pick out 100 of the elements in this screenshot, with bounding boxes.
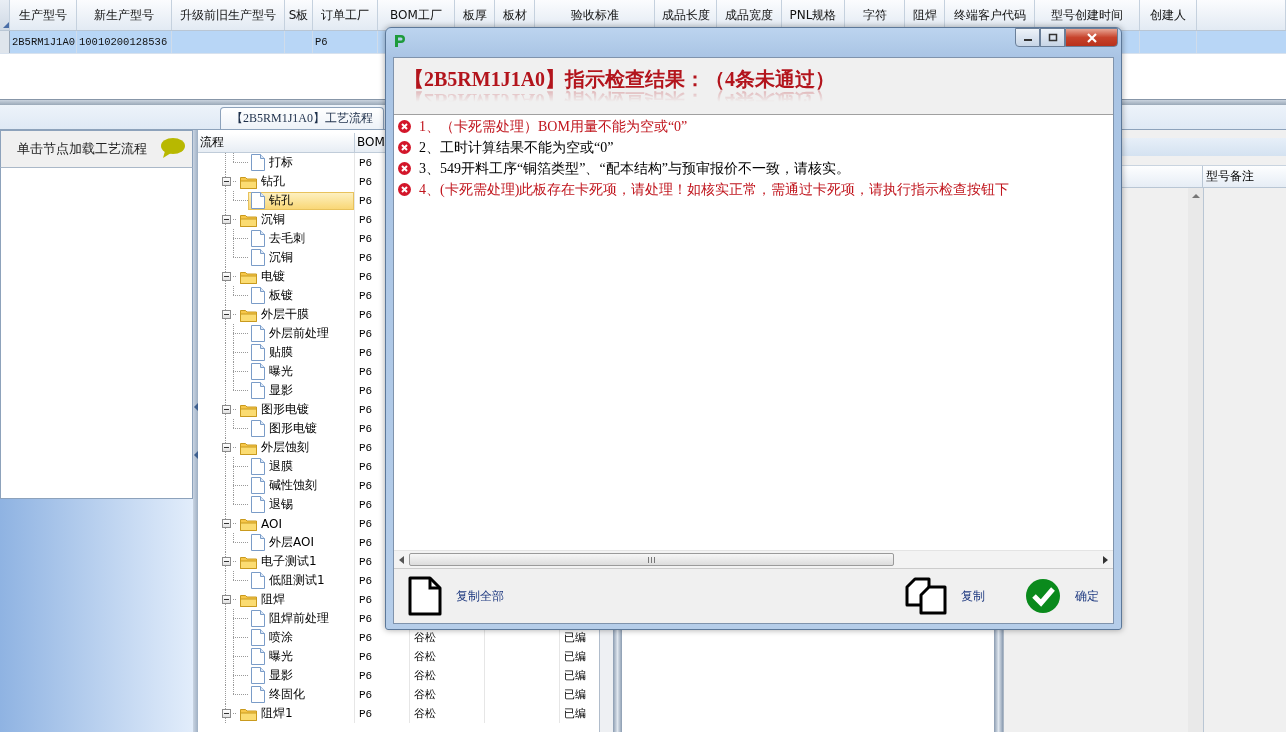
collapse-toggle[interactable] bbox=[221, 709, 231, 718]
tree-node[interactable]: 终固化 bbox=[248, 685, 354, 704]
table-cell: 谷松 bbox=[410, 685, 485, 704]
column-header[interactable]: 流程 bbox=[198, 133, 355, 152]
collapse-toggle[interactable] bbox=[221, 272, 231, 281]
folder-icon bbox=[240, 174, 257, 189]
tree-node[interactable]: 贴膜 bbox=[248, 343, 354, 362]
file-icon bbox=[251, 192, 265, 209]
node-label: 曝光 bbox=[269, 648, 293, 665]
tree-node[interactable]: 图形电镀 bbox=[248, 419, 354, 438]
collapse-toggle[interactable] bbox=[221, 405, 231, 414]
node-label: 外层前处理 bbox=[269, 325, 329, 342]
table-cell: 谷松 bbox=[410, 704, 485, 723]
folder-icon bbox=[240, 307, 257, 322]
tree-node[interactable]: 打标 bbox=[248, 153, 354, 172]
tree-node[interactable]: AOI bbox=[237, 514, 354, 533]
error-icon bbox=[398, 183, 411, 196]
node-label: 电镀 bbox=[261, 268, 285, 285]
message-text: 2、工时计算结果不能为空或“0” bbox=[419, 138, 614, 157]
ok-button[interactable]: 确定 bbox=[1025, 578, 1099, 614]
tree-node[interactable]: 外层蚀刻 bbox=[237, 438, 354, 457]
file-icon bbox=[251, 686, 265, 703]
folder-icon bbox=[240, 516, 257, 531]
copy-all-button[interactable]: 复制全部 bbox=[408, 576, 504, 616]
tree-node[interactable]: 电镀 bbox=[237, 267, 354, 286]
column-header[interactable]: 新生产型号 bbox=[77, 0, 172, 30]
tree-node[interactable]: 显影 bbox=[248, 381, 354, 400]
collapse-toggle[interactable] bbox=[221, 557, 231, 566]
table-cell: 谷松 bbox=[410, 647, 485, 666]
node-label: 钻孔 bbox=[269, 192, 293, 209]
copy-icon bbox=[905, 577, 947, 615]
tree-node[interactable]: 板镀 bbox=[248, 286, 354, 305]
file-icon bbox=[251, 249, 265, 266]
tree-node[interactable]: 沉铜 bbox=[237, 210, 354, 229]
error-icon bbox=[398, 120, 411, 133]
file-icon bbox=[251, 420, 265, 437]
collapse-arrow-icon[interactable] bbox=[193, 403, 198, 411]
collapse-toggle[interactable] bbox=[221, 177, 231, 186]
tree-node[interactable]: 沉铜 bbox=[248, 248, 354, 267]
collapse-toggle[interactable] bbox=[221, 519, 231, 528]
tree-node[interactable]: 低阻测试1 bbox=[248, 571, 354, 590]
tree-node[interactable]: 退锡 bbox=[248, 495, 354, 514]
checkmark-icon bbox=[1025, 578, 1061, 614]
collapse-arrow-icon[interactable] bbox=[193, 451, 198, 459]
tree-node[interactable]: 退膜 bbox=[248, 457, 354, 476]
node-label: 板镀 bbox=[269, 287, 293, 304]
node-label: 贴膜 bbox=[269, 344, 293, 361]
message-text: 4、(卡死需处理)此板存在卡死项，请处理！如核实正常，需通过卡死项，请执行指示检查按钮下 bbox=[419, 180, 1010, 199]
node-label: 低阻测试1 bbox=[269, 572, 325, 589]
copy-button[interactable]: 复制 bbox=[905, 577, 985, 615]
node-label: 终固化 bbox=[269, 686, 305, 703]
tree-node[interactable]: 去毛刺 bbox=[248, 229, 354, 248]
tree-node[interactable]: 阻焊1 bbox=[237, 704, 354, 723]
tree-node[interactable]: 外层干膜 bbox=[237, 305, 354, 324]
scroll-left-icon[interactable] bbox=[399, 555, 404, 564]
node-label: 阻焊前处理 bbox=[269, 610, 329, 627]
node-label: 显影 bbox=[269, 667, 293, 684]
folder-icon bbox=[240, 212, 257, 227]
column-header[interactable]: 创建人 bbox=[1140, 0, 1197, 30]
tree-node[interactable]: 曝光 bbox=[248, 647, 354, 666]
column-header[interactable]: 升级前旧生产型号 bbox=[172, 0, 285, 30]
tree-node[interactable]: 钻孔 bbox=[237, 172, 354, 191]
node-label: 显影 bbox=[269, 382, 293, 399]
file-icon bbox=[251, 230, 265, 247]
node-label: 图形电镀 bbox=[261, 401, 309, 418]
column-header[interactable]: 订单工厂 bbox=[313, 0, 378, 30]
file-icon bbox=[251, 496, 265, 513]
node-label: 打标 bbox=[269, 154, 293, 171]
message-text: 1、（卡死需处理）BOM用量不能为空或“0” bbox=[419, 117, 688, 136]
column-header[interactable]: S板 bbox=[285, 0, 313, 30]
minimize-button[interactable] bbox=[1015, 28, 1040, 47]
tree-node[interactable]: 钻孔 bbox=[248, 191, 354, 210]
node-label: 喷涂 bbox=[269, 629, 293, 646]
tree-node[interactable]: 显影 bbox=[248, 666, 354, 685]
dialog-heading: 【2B5RM1J1A0】指示检查结果：（4条未通过） bbox=[404, 67, 836, 93]
scroll-up-icon[interactable] bbox=[1191, 194, 1200, 198]
tree-node[interactable]: 阻焊 bbox=[237, 590, 354, 609]
collapse-toggle[interactable] bbox=[221, 595, 231, 604]
collapse-toggle[interactable] bbox=[221, 443, 231, 452]
folder-icon bbox=[240, 440, 257, 455]
collapse-toggle[interactable] bbox=[221, 215, 231, 224]
folder-icon bbox=[240, 269, 257, 284]
tree-node[interactable]: 碱性蚀刻 bbox=[248, 476, 354, 495]
folder-icon bbox=[240, 554, 257, 569]
column-header[interactable]: 生产型号 bbox=[10, 0, 77, 30]
tree-node[interactable]: 电子测试1 bbox=[237, 552, 354, 571]
file-icon bbox=[251, 477, 265, 494]
tree-node[interactable]: 喷涂 bbox=[248, 628, 354, 647]
tree-node[interactable]: 外层AOI bbox=[248, 533, 354, 552]
scroll-right-icon[interactable] bbox=[1103, 555, 1108, 564]
tree-node[interactable]: 图形电镀 bbox=[237, 400, 354, 419]
tree-node[interactable]: 外层前处理 bbox=[248, 324, 354, 343]
close-button[interactable] bbox=[1065, 28, 1118, 47]
maximize-button[interactable] bbox=[1040, 28, 1065, 47]
node-label: 曝光 bbox=[269, 363, 293, 380]
tree-node[interactable]: 阻焊前处理 bbox=[248, 609, 354, 628]
scrollbar-thumb[interactable] bbox=[409, 553, 894, 566]
tab[interactable]: 【2B5RM1J1A0】工艺流程 bbox=[220, 107, 384, 129]
collapse-toggle[interactable] bbox=[221, 310, 231, 319]
tree-node[interactable]: 曝光 bbox=[248, 362, 354, 381]
